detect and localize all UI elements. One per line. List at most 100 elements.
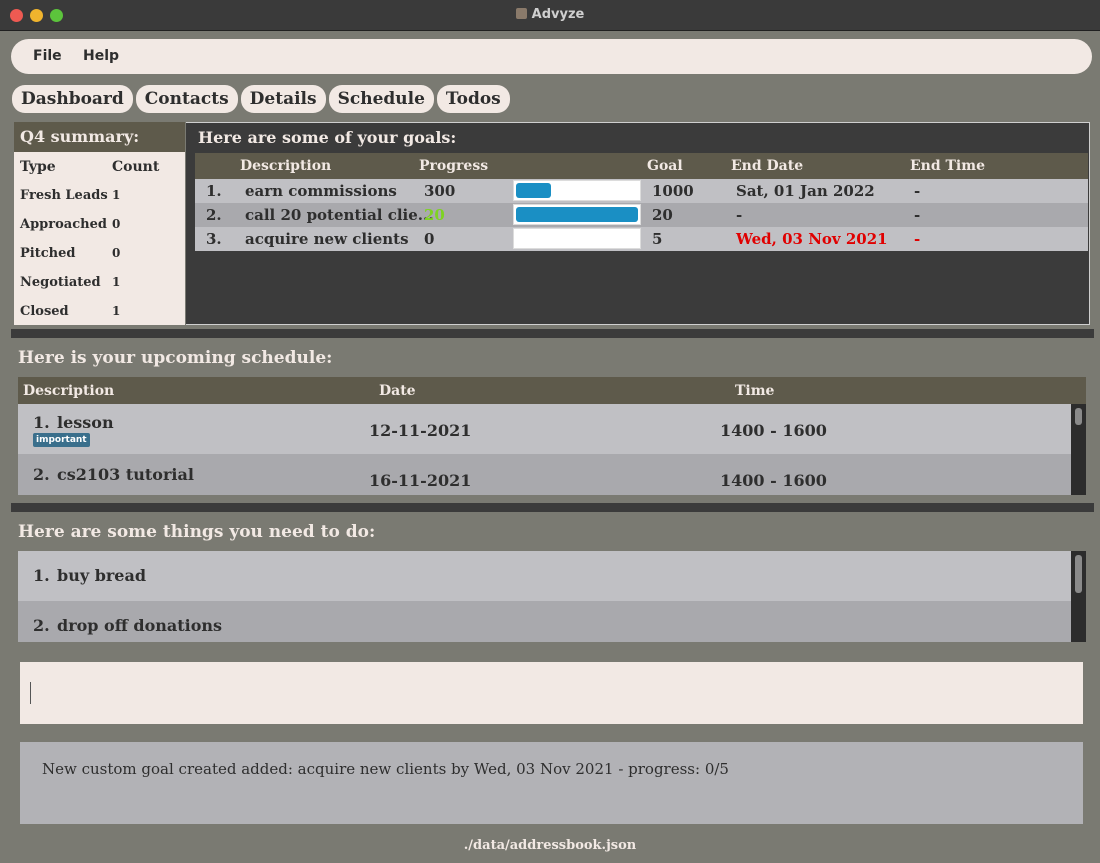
- goal-progress-bar: [513, 204, 641, 225]
- goal-progress-fill: [516, 183, 552, 198]
- schedule-item-time: 1400 - 1600: [720, 471, 827, 490]
- q4-summary-panel: Q4 summary: Type Count Fresh Leads 1 App…: [14, 122, 185, 325]
- app-icon: [515, 8, 527, 19]
- goals-col-description: Description: [240, 158, 332, 174]
- todo-item-description: drop off donations: [57, 616, 223, 635]
- window-title-wrap: Advyze: [0, 7, 1100, 22]
- summary-col-count: Count: [112, 159, 160, 175]
- summary-type: Pitched: [20, 246, 76, 261]
- goal-end-date: -: [736, 206, 743, 224]
- goal-progress-bar: [513, 180, 641, 201]
- schedule-item-tag: important: [33, 433, 90, 447]
- summary-row: Fresh Leads 1: [20, 188, 120, 203]
- tab-bar: Dashboard Contacts Details Schedule Todo…: [12, 85, 510, 113]
- todo-item-index: 2.: [33, 616, 50, 635]
- goal-index: 3.: [206, 230, 222, 248]
- schedule-item[interactable]: 2. cs2103 tutorial 16-11-2021 1400 - 160…: [18, 454, 1071, 495]
- todo-item[interactable]: 1. buy bread: [18, 551, 1071, 601]
- goals-title: Here are some of your goals:: [198, 128, 457, 147]
- window-titlebar: Advyze: [0, 0, 1100, 31]
- todos-title: Here are some things you need to do:: [18, 522, 376, 542]
- window-title: Advyze: [531, 7, 585, 22]
- result-message: New custom goal created added: acquire n…: [42, 760, 729, 778]
- goal-target: 1000: [652, 182, 694, 200]
- todo-list[interactable]: 1. buy bread 2. drop off donations: [18, 551, 1086, 642]
- schedule-list[interactable]: 1. lesson important 12-11-2021 1400 - 16…: [18, 404, 1086, 495]
- goals-col-goal: Goal: [647, 158, 683, 174]
- schedule-item-date: 12-11-2021: [369, 421, 472, 440]
- goal-end-time: -: [914, 206, 921, 224]
- summary-row: Pitched 0: [20, 246, 120, 261]
- schedule-item[interactable]: 1. lesson important 12-11-2021 1400 - 16…: [18, 404, 1071, 454]
- schedule-item-description: lesson: [57, 413, 114, 432]
- goal-end-time: -: [914, 182, 921, 200]
- text-caret: [30, 682, 31, 704]
- goal-end-date: Wed, 03 Nov 2021: [736, 230, 888, 248]
- tab-details[interactable]: Details: [240, 85, 326, 113]
- goal-end-date: Sat, 01 Jan 2022: [736, 182, 875, 200]
- summary-title: Q4 summary:: [14, 122, 185, 152]
- tab-schedule[interactable]: Schedule: [328, 85, 434, 113]
- summary-count: 1: [112, 275, 121, 289]
- goal-description: call 20 potential clie...: [245, 206, 434, 224]
- todo-scrollbar[interactable]: [1071, 551, 1086, 642]
- tab-dashboard[interactable]: Dashboard: [12, 85, 133, 113]
- schedule-scrollbar-thumb[interactable]: [1075, 408, 1082, 425]
- summary-col-type: Type: [20, 159, 56, 175]
- goals-col-end-time: End Time: [910, 158, 985, 174]
- section-divider: [11, 503, 1094, 512]
- result-display: New custom goal created added: acquire n…: [20, 742, 1083, 824]
- schedule-col-time: Time: [735, 383, 775, 399]
- summary-count: 1: [112, 188, 121, 202]
- schedule-table-header: Description Date Time: [18, 377, 1086, 404]
- summary-row: Negotiated 1: [20, 275, 120, 290]
- todo-item-description: buy bread: [57, 566, 147, 585]
- goal-description: acquire new clients: [245, 230, 409, 248]
- menu-file[interactable]: File: [33, 48, 62, 64]
- summary-header: Type Count: [20, 159, 159, 175]
- goals-table-header: Description Progress Goal End Date End T…: [195, 153, 1088, 179]
- summary-row: Approached 0: [20, 217, 120, 232]
- goal-row[interactable]: 1. earn commissions 300 1000 Sat, 01 Jan…: [195, 179, 1088, 203]
- schedule-item-time: 1400 - 1600: [720, 421, 827, 440]
- summary-type: Fresh Leads: [20, 188, 108, 203]
- goals-col-end-date: End Date: [731, 158, 804, 174]
- goal-target: 20: [652, 206, 673, 224]
- goal-progress-bar: [513, 228, 641, 249]
- goal-target: 5: [652, 230, 663, 248]
- summary-type: Approached: [20, 217, 107, 232]
- goal-row[interactable]: 3. acquire new clients 0 5 Wed, 03 Nov 2…: [195, 227, 1088, 251]
- goal-progress-value: 300: [424, 182, 456, 200]
- goal-row[interactable]: 2. call 20 potential clie... 20 20 - -: [195, 203, 1088, 227]
- goal-description: earn commissions: [245, 182, 397, 200]
- todo-scrollbar-thumb[interactable]: [1075, 555, 1082, 593]
- goals-panel: Here are some of your goals: Description…: [186, 122, 1090, 325]
- schedule-item-index: 1.: [33, 413, 50, 432]
- schedule-col-description: Description: [23, 383, 115, 399]
- summary-type: Closed: [20, 304, 69, 319]
- tab-todos[interactable]: Todos: [436, 85, 510, 113]
- todo-item[interactable]: 2. drop off donations: [18, 601, 1071, 642]
- schedule-item-description: cs2103 tutorial: [57, 465, 194, 484]
- summary-count: 0: [112, 217, 121, 231]
- summary-row: Closed 1: [20, 304, 120, 319]
- todo-item-index: 1.: [33, 566, 50, 585]
- goal-progress-value: 0: [424, 230, 435, 248]
- summary-count: 0: [112, 246, 121, 260]
- tab-contacts[interactable]: Contacts: [135, 85, 238, 113]
- schedule-scrollbar[interactable]: [1071, 404, 1086, 495]
- summary-count: 1: [112, 304, 121, 318]
- goal-progress-fill: [516, 207, 638, 222]
- goal-progress-value: 20: [424, 206, 445, 224]
- menu-bar: File Help: [11, 39, 1092, 74]
- menu-help[interactable]: Help: [83, 48, 119, 64]
- goals-col-progress: Progress: [419, 158, 489, 174]
- section-divider: [11, 329, 1094, 338]
- goal-index: 2.: [206, 206, 222, 224]
- goal-index: 1.: [206, 182, 222, 200]
- goal-end-time: -: [914, 230, 921, 248]
- command-input[interactable]: [20, 662, 1083, 724]
- schedule-col-date: Date: [379, 383, 416, 399]
- schedule-item-date: 16-11-2021: [369, 471, 472, 490]
- schedule-item-index: 2.: [33, 465, 50, 484]
